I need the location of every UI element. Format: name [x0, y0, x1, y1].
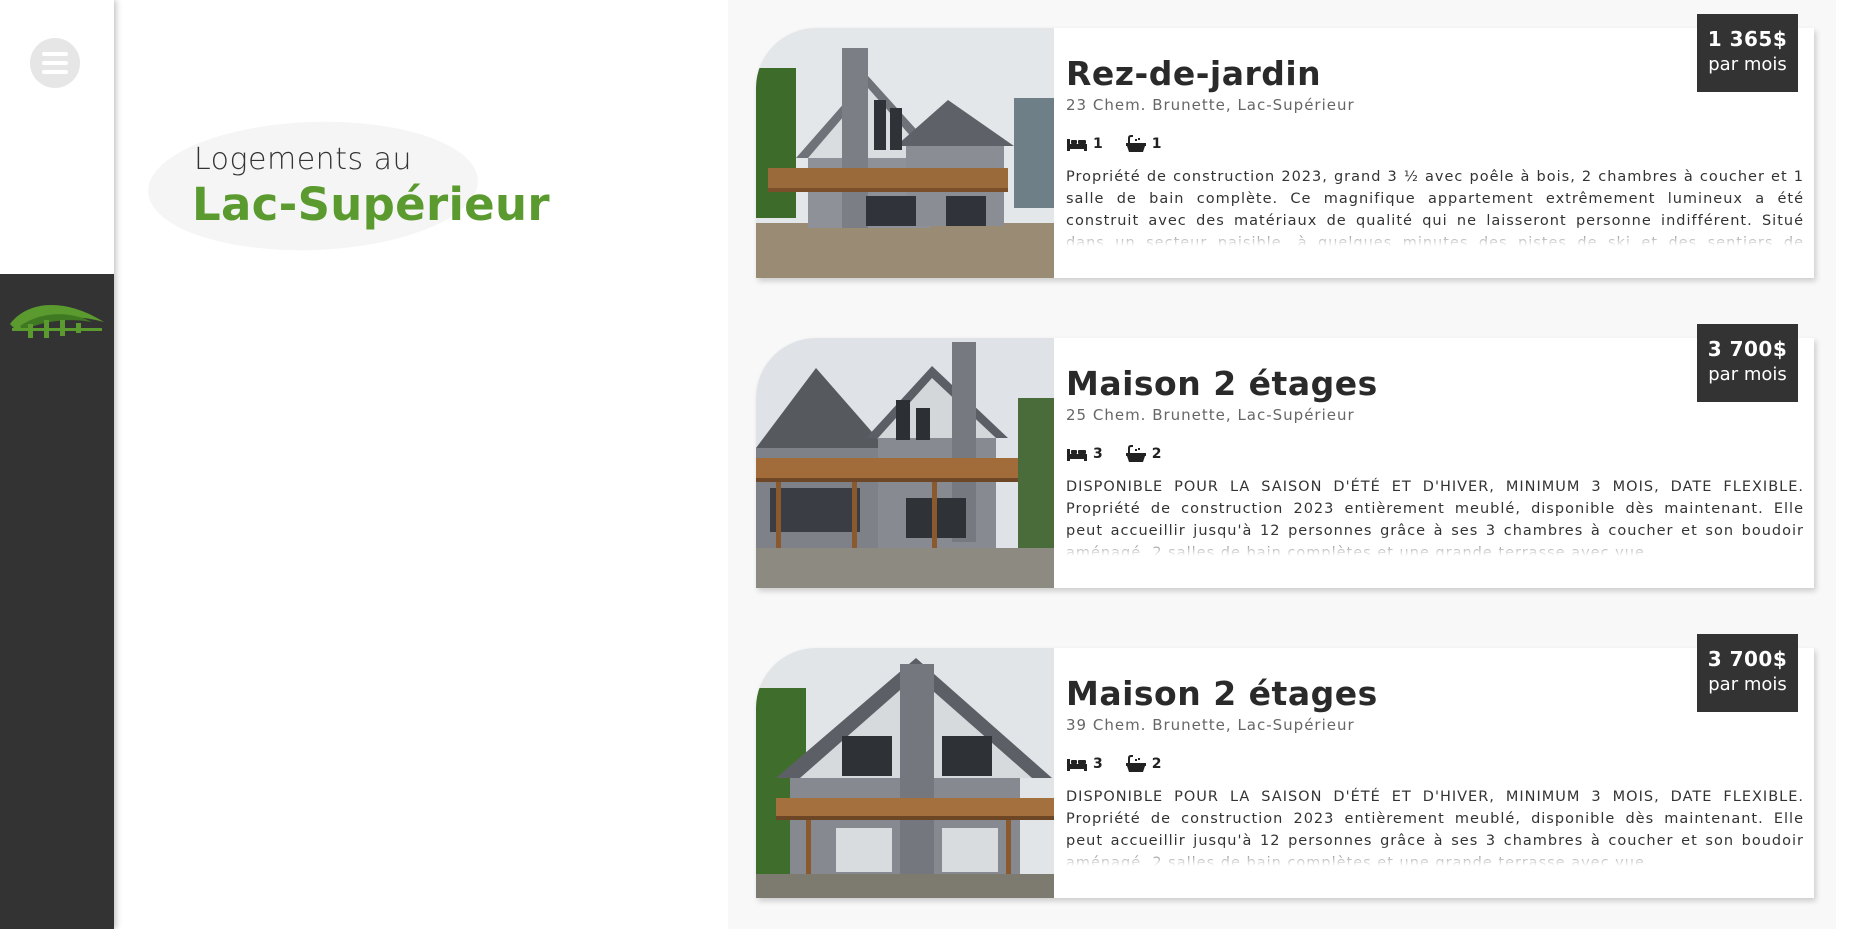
listing-title[interactable]: Maison 2 étages — [1066, 364, 1378, 403]
sidebar — [0, 0, 114, 929]
bathtub-icon — [1125, 755, 1146, 772]
price-amount: 3 700$ — [1707, 337, 1788, 361]
listing-body: Maison 2 étages 25 Chem. Brunette, Lac-S… — [1064, 338, 1804, 588]
price-period: par mois — [1708, 364, 1787, 385]
price-amount: 3 700$ — [1707, 647, 1788, 671]
listing-address: 39 Chem. Brunette, Lac-Supérieur — [1066, 716, 1355, 734]
price-badge: 3 700$ par mois — [1697, 324, 1798, 402]
bathroom-count: 2 — [1125, 754, 1162, 774]
listing-features: 3 2 — [1066, 444, 1184, 464]
listings-panel: Rez-de-jardin 23 Chem. Brunette, Lac-Sup… — [728, 0, 1836, 929]
bed-icon — [1067, 139, 1087, 151]
description-fade — [1066, 844, 1804, 870]
description-fade — [1066, 224, 1804, 250]
listing-body: Maison 2 étages 39 Chem. Brunette, Lac-S… — [1064, 648, 1804, 898]
bedroom-count: 1 — [1066, 134, 1103, 154]
hero-subtitle: Logements au — [194, 142, 413, 177]
listing-card[interactable]: Rez-de-jardin 23 Chem. Brunette, Lac-Sup… — [756, 14, 1814, 278]
bathroom-number: 1 — [1151, 136, 1162, 152]
price-amount: 1 365$ — [1707, 27, 1788, 51]
listing-title[interactable]: Rez-de-jardin — [1066, 54, 1321, 93]
listing-photo[interactable] — [756, 338, 1054, 588]
listing-address: 25 Chem. Brunette, Lac-Supérieur — [1066, 406, 1355, 424]
listing-title[interactable]: Maison 2 étages — [1066, 674, 1378, 713]
hamburger-menu-icon[interactable] — [30, 38, 80, 88]
description-fade — [1066, 534, 1804, 560]
price-badge: 1 365$ par mois — [1697, 14, 1798, 92]
bathtub-icon — [1125, 135, 1146, 152]
sidebar-top — [0, 0, 114, 274]
bathtub-icon — [1125, 445, 1146, 462]
listing-address: 23 Chem. Brunette, Lac-Supérieur — [1066, 96, 1355, 114]
bathroom-number: 2 — [1151, 756, 1162, 772]
hero-title: Lac-Supérieur — [192, 178, 550, 231]
bed-icon — [1067, 449, 1087, 461]
sidebar-bottom — [0, 274, 114, 929]
bedroom-number: 3 — [1093, 446, 1103, 462]
listing-photo[interactable] — [756, 28, 1054, 278]
bedroom-count: 3 — [1066, 754, 1103, 774]
bathroom-number: 2 — [1151, 446, 1162, 462]
bathroom-count: 2 — [1125, 444, 1162, 464]
hero-section: Logements au Lac-Supérieur — [114, 0, 728, 929]
logo-icon[interactable] — [6, 296, 106, 344]
bed-icon — [1067, 759, 1087, 771]
price-period: par mois — [1708, 674, 1787, 695]
listing-card[interactable]: Maison 2 étages 39 Chem. Brunette, Lac-S… — [756, 634, 1814, 898]
listing-features: 1 1 — [1066, 134, 1184, 154]
bathroom-count: 1 — [1125, 134, 1162, 154]
bedroom-number: 1 — [1093, 136, 1103, 152]
bedroom-count: 3 — [1066, 444, 1103, 464]
listing-features: 3 2 — [1066, 754, 1184, 774]
price-badge: 3 700$ par mois — [1697, 634, 1798, 712]
price-period: par mois — [1708, 54, 1787, 75]
listing-card[interactable]: Maison 2 étages 25 Chem. Brunette, Lac-S… — [756, 324, 1814, 588]
bedroom-number: 3 — [1093, 756, 1103, 772]
listing-photo[interactable] — [756, 648, 1054, 898]
listing-body: Rez-de-jardin 23 Chem. Brunette, Lac-Sup… — [1064, 28, 1804, 278]
